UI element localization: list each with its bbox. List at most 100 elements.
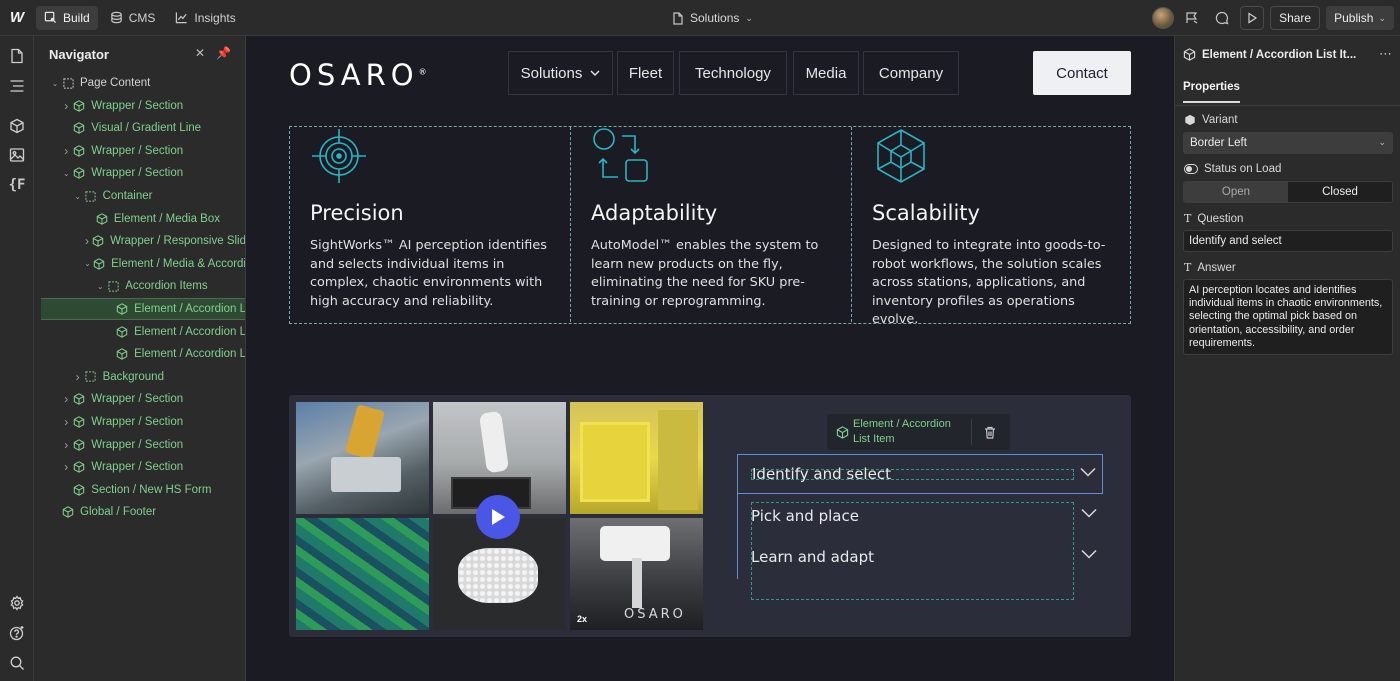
playback-speed[interactable]: 2x [577,614,587,624]
caret-right-icon[interactable]: › [61,460,71,474]
navigator-item[interactable]: › Wrapper / Section [34,140,245,162]
search-icon [10,656,24,670]
selected-element-label: Element / Accordion List Item [853,418,951,445]
tab-cms[interactable]: CMS [102,6,164,30]
assets-icon [9,148,25,162]
navigator-item[interactable]: Visual / Gradient Line [34,117,245,139]
page-selector[interactable]: Solutions ⌄ [672,6,753,30]
variables-button[interactable]: {F [5,173,29,197]
navigator-item[interactable]: › Background [34,366,245,388]
site-menu-fleet[interactable]: Fleet [617,51,674,95]
answer-textarea[interactable]: AI perception locates and identifies ind… [1183,279,1393,355]
accordion-item-pick[interactable]: Pick and place [737,496,1103,536]
comments-toggle-button[interactable] [1180,6,1204,30]
caret-down-icon[interactable]: ⌄ [84,259,91,268]
caret-down-icon[interactable]: ⌄ [61,169,71,178]
caret-right-icon[interactable]: › [61,438,71,452]
caret-right-icon[interactable]: › [61,392,71,406]
site-menu-company[interactable]: Company [863,51,959,95]
site-menu-label: Solutions [520,64,583,82]
navigator-item[interactable]: › Wrapper / Section [34,456,245,478]
chevron-down-icon [1081,549,1097,559]
assets-button[interactable] [5,143,29,167]
components-button[interactable] [5,114,29,138]
navigator-item[interactable]: › Wrapper / Section [34,434,245,456]
caret-right-icon[interactable]: › [61,144,71,158]
navigator-item[interactable]: Element / Accordion L [41,298,245,320]
navigator-item-label: Wrapper / Section [91,393,184,406]
trash-icon[interactable] [984,426,996,439]
navigator-item[interactable]: › Wrapper / Section [34,95,245,117]
navigator-item[interactable]: Section / New HS Form [34,479,245,501]
navigator-item[interactable]: ⌄ Accordion Items [34,275,245,297]
navigator-item-label: Global / Footer [80,506,157,519]
selected-element-tag[interactable]: Element / Accordion List Item [827,414,1010,450]
navigator-item[interactable]: Element / Media Box [34,208,245,230]
site-menu-media[interactable]: Media [793,51,859,95]
component-icon [73,167,85,180]
navigator-item-label: Element / Accordion L [134,348,246,361]
webflow-logo[interactable]: W [2,0,32,36]
video-thumbnail [296,402,429,514]
navigator-item[interactable]: › Wrapper / Section [34,388,245,410]
caret-down-icon[interactable]: ⌄ [50,79,60,88]
tab-insights[interactable]: Insights [167,6,243,30]
feature-precision: Precision SightWorks™ AI perception iden… [290,127,570,322]
accordion-item-identify[interactable]: Identify and select [737,454,1103,494]
navigator-item[interactable]: ⌄ Element / Media & Accordi [34,253,245,275]
contact-button[interactable]: Contact [1033,51,1131,95]
caret-right-icon[interactable]: › [84,234,90,248]
accordion-item-learn[interactable]: Learn and adapt [737,537,1103,577]
preview-button[interactable] [1240,6,1265,30]
play-button[interactable] [476,495,520,539]
publish-button[interactable]: Publish ⌄ [1326,6,1394,30]
navigator-item[interactable]: ⌄ Container [34,185,245,207]
navigator-item[interactable]: › Wrapper / Responsive Slid [34,230,245,252]
navigator-item[interactable]: ⌄ Page Content [34,72,245,94]
status-option-closed[interactable]: Closed [1288,182,1392,202]
site-menu-solutions[interactable]: Solutions [508,51,613,95]
feature-title: Precision [310,201,404,225]
component-icon [73,416,85,428]
tab-insights-label: Insights [194,10,236,25]
caret-right-icon[interactable]: › [61,415,71,429]
tab-properties[interactable]: Properties [1183,81,1240,103]
share-button[interactable]: Share [1270,6,1321,30]
avatar[interactable] [1152,7,1175,29]
navigator-button[interactable] [5,74,29,98]
navigator-item[interactable]: Element / Accordion L [34,321,245,343]
more-options-icon[interactable]: ⋯ [1379,46,1392,62]
help-button[interactable] [5,621,29,645]
settings-icon [10,595,24,611]
site-logo[interactable]: OSARO® [289,58,427,92]
navigator-item[interactable]: Element / Accordion L [34,343,246,365]
site-menu-technology[interactable]: Technology [679,51,787,95]
question-input[interactable]: Identify and select [1183,230,1393,252]
pin-icon[interactable]: 📌 [216,46,231,60]
component-icon [73,438,85,451]
variant-select[interactable]: Border Left ⌄ [1183,132,1393,154]
caret-down-icon[interactable]: ⌄ [73,192,83,201]
collapse-all-icon[interactable]: ✕ [195,46,205,60]
navigator-item[interactable]: Global / Footer [34,501,245,523]
accordion-item-label: Learn and adapt [751,548,874,566]
div-block-icon [85,190,97,202]
navigator-item[interactable]: ⌄ Wrapper / Section [34,162,245,184]
pages-button[interactable] [5,44,29,68]
feature-title: Adaptability [591,201,718,225]
properties-title: Element / Accordion List It... [1202,48,1357,61]
caret-down-icon[interactable]: ⌄ [95,282,105,291]
play-icon [1248,12,1258,24]
comments-button[interactable] [1210,6,1234,30]
caret-right-icon[interactable]: › [73,370,83,384]
navigator-icon [10,80,24,92]
design-canvas[interactable]: OSARO® Solutions Fleet Technology Media … [246,36,1174,681]
tab-build[interactable]: Build [36,5,98,30]
div-block-icon [62,77,74,89]
navigator-item-label: Wrapper / Section [91,167,184,180]
status-option-open[interactable]: Open [1184,182,1288,202]
caret-right-icon[interactable]: › [61,99,71,113]
search-button[interactable] [5,651,29,675]
settings-button[interactable] [5,591,29,615]
navigator-item[interactable]: › Wrapper / Section [34,411,245,433]
